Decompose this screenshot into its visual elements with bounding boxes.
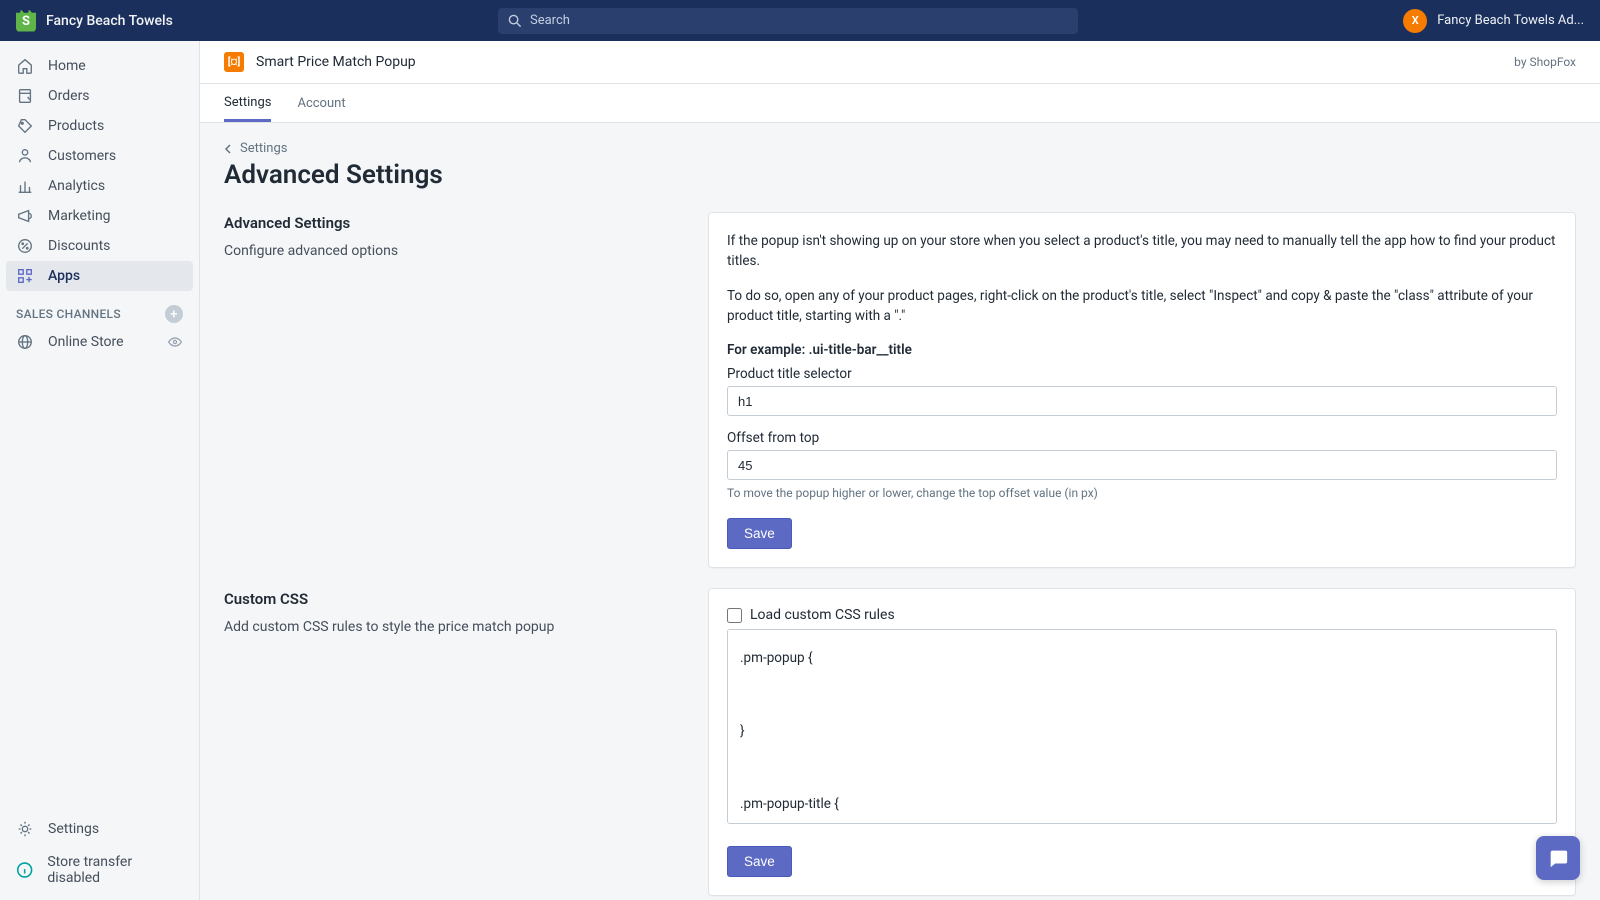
offset-help: To move the popup higher or lower, chang… (727, 486, 1557, 500)
help-text: To do so, open any of your product pages… (727, 286, 1557, 327)
sidebar-item-label: Products (48, 118, 104, 134)
sidebar-item-marketing[interactable]: Marketing (6, 201, 193, 231)
sidebar-settings[interactable]: Settings (6, 812, 193, 846)
sidebar-item-apps[interactable]: Apps (6, 261, 193, 291)
sidebar-item-discounts[interactable]: Discounts (6, 231, 193, 261)
example-text: For example: .ui-title-bar__title (727, 340, 1557, 360)
app-icon: [¤] (224, 52, 244, 72)
home-icon (16, 57, 34, 75)
sidebar-item-customers[interactable]: Customers (6, 141, 193, 171)
analytics-icon (16, 177, 34, 195)
add-channel-button[interactable]: + (165, 305, 183, 323)
tab-settings[interactable]: Settings (224, 85, 271, 122)
discount-icon (16, 237, 34, 255)
sales-channels-header: SALES CHANNELS + (0, 291, 199, 327)
help-text: If the popup isn't showing up on your st… (727, 231, 1557, 272)
sidebar-channel-online-store[interactable]: Online Store (0, 327, 199, 357)
info-icon (16, 861, 33, 879)
sidebar-item-label: Orders (48, 88, 90, 104)
sidebar-item-label: Online Store (48, 334, 124, 350)
sidebar-item-products[interactable]: Products (6, 111, 193, 141)
page-title: Advanced Settings (224, 160, 1576, 190)
user-menu[interactable]: X Fancy Beach Towels Ad... (1403, 9, 1584, 33)
offset-input[interactable] (727, 450, 1557, 480)
platform-logo[interactable]: S (16, 10, 36, 32)
section-heading: Advanced Settings (224, 214, 684, 232)
save-button[interactable]: Save (727, 846, 792, 877)
offset-label: Offset from top (727, 430, 1557, 446)
tab-account[interactable]: Account (297, 86, 345, 121)
main-content: [¤] Smart Price Match Popup by ShopFox S… (200, 41, 1600, 900)
sidebar-item-label: Apps (48, 268, 80, 284)
app-title: Smart Price Match Popup (256, 54, 416, 70)
breadcrumb[interactable]: Settings (224, 141, 1576, 156)
section-heading: Custom CSS (224, 590, 684, 608)
store-transfer-row[interactable]: Store transfer disabled (6, 846, 193, 894)
sidebar-item-label: Analytics (48, 178, 105, 194)
chat-icon (1547, 847, 1569, 869)
checkbox-label: Load custom CSS rules (750, 607, 895, 623)
custom-css-card: Load custom CSS rules Save (708, 588, 1576, 896)
sidebar-item-home[interactable]: Home (6, 51, 193, 81)
selector-label: Product title selector (727, 366, 1557, 382)
search-placeholder: Search (530, 13, 570, 28)
save-button[interactable]: Save (727, 518, 792, 549)
product-title-selector-input[interactable] (727, 386, 1557, 416)
sidebar: Home Orders Products Customers Analytics… (0, 41, 200, 900)
store-name[interactable]: Fancy Beach Towels (46, 13, 173, 29)
sidebar-item-label: Settings (48, 821, 99, 837)
sidebar-item-label: Customers (48, 148, 116, 164)
custom-css-textarea[interactable] (727, 629, 1557, 824)
section-subtext: Add custom CSS rules to style the price … (224, 618, 684, 638)
sidebar-item-orders[interactable]: Orders (6, 81, 193, 111)
tag-icon (16, 117, 34, 135)
customers-icon (16, 147, 34, 165)
tabs: Settings Account (200, 84, 1600, 123)
chevron-left-icon (224, 144, 234, 154)
eye-icon[interactable] (167, 334, 183, 350)
megaphone-icon (16, 207, 34, 225)
sidebar-item-analytics[interactable]: Analytics (6, 171, 193, 201)
app-header: [¤] Smart Price Match Popup by ShopFox (200, 41, 1600, 84)
sidebar-item-label: Marketing (48, 208, 111, 224)
load-css-checkbox[interactable] (727, 608, 742, 623)
gear-icon (16, 820, 34, 838)
sidebar-item-label: Discounts (48, 238, 110, 254)
search-icon (508, 14, 522, 28)
avatar: X (1403, 9, 1427, 33)
orders-icon (16, 87, 34, 105)
sidebar-item-label: Home (48, 58, 86, 74)
chat-widget[interactable] (1536, 836, 1580, 880)
app-author: by ShopFox (1514, 55, 1576, 69)
topbar: S Fancy Beach Towels Search X Fancy Beac… (0, 0, 1600, 41)
store-icon (16, 333, 34, 351)
advanced-settings-card: If the popup isn't showing up on your st… (708, 212, 1576, 568)
section-subtext: Configure advanced options (224, 242, 684, 262)
search-input[interactable]: Search (498, 8, 1078, 34)
user-label: Fancy Beach Towels Ad... (1437, 13, 1584, 28)
sidebar-item-label: Store transfer disabled (47, 854, 183, 886)
apps-icon (16, 267, 34, 285)
